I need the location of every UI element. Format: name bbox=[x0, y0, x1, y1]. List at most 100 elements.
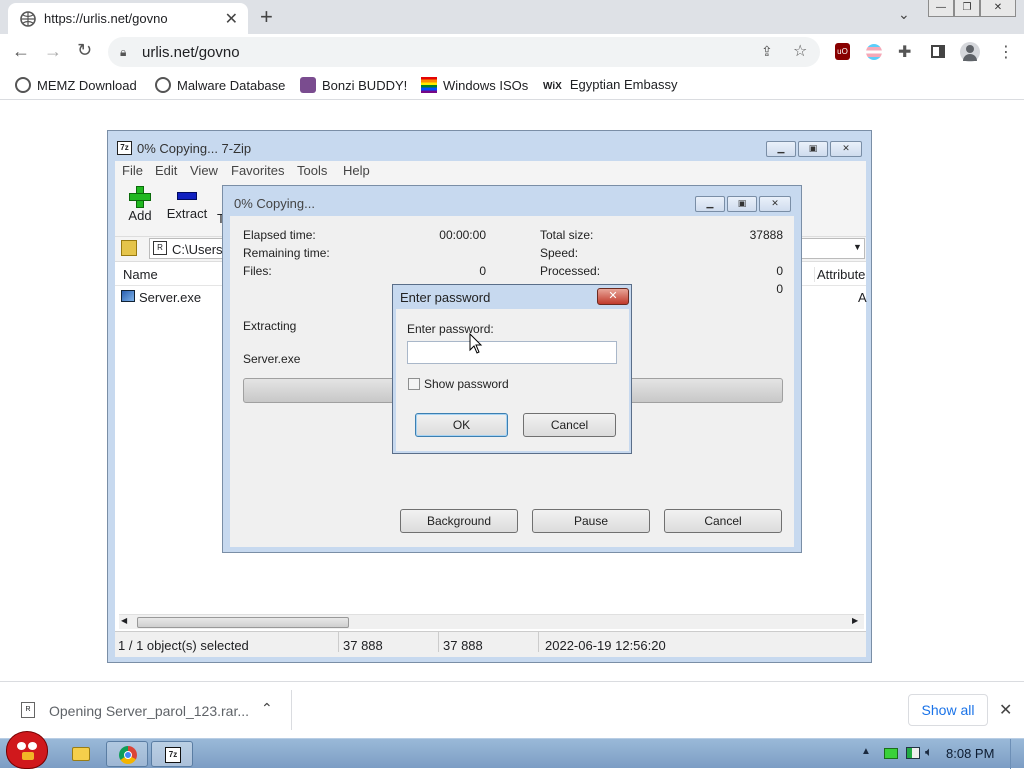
minimize-button[interactable]: — bbox=[928, 0, 954, 17]
wix-icon: WiX bbox=[543, 81, 562, 92]
total-size-label: Total size: bbox=[540, 228, 594, 242]
elapsed-value: 00:00:00 bbox=[439, 228, 486, 242]
globe-icon bbox=[15, 77, 31, 93]
menu-view[interactable]: View bbox=[190, 163, 218, 178]
copy-close-button[interactable]: ✕ bbox=[759, 196, 791, 212]
status-date: 2022-06-19 12:56:20 bbox=[538, 632, 666, 653]
close-download-bar-icon[interactable]: ✕ bbox=[999, 700, 1012, 720]
side-panel-icon[interactable] bbox=[931, 45, 945, 58]
bookmark-windows-isos[interactable]: Windows ISOs bbox=[421, 77, 528, 93]
download-chevron-icon[interactable]: ⌃ bbox=[261, 700, 273, 717]
start-button-angry-bird-icon[interactable] bbox=[6, 731, 48, 769]
back-icon[interactable]: ← bbox=[12, 41, 30, 62]
download-item[interactable]: R Opening Server_parol_123.rar... ⌃ bbox=[10, 682, 290, 739]
menu-edit[interactable]: Edit bbox=[155, 163, 177, 178]
bookmark-memz[interactable]: MEMZ Download bbox=[15, 77, 137, 93]
forward-icon[interactable]: → bbox=[44, 41, 62, 62]
sevenzip-taskbar-button[interactable]: 7z bbox=[151, 741, 193, 767]
show-desktop-button[interactable] bbox=[1010, 739, 1024, 769]
ok-button[interactable]: OK bbox=[415, 413, 508, 437]
show-password-label[interactable]: Show password bbox=[424, 377, 509, 391]
bookmark-bonzi[interactable]: Bonzi BUDDY! bbox=[300, 77, 407, 93]
column-name[interactable]: Name bbox=[123, 267, 158, 282]
address-bar[interactable]: 🔒︎ urlis.net/govno ⇪ ☆ bbox=[108, 37, 820, 67]
speed-label: Speed: bbox=[540, 246, 579, 260]
restore-button[interactable]: ❐ bbox=[954, 0, 980, 17]
sevenzip-icon: 7z bbox=[165, 747, 181, 763]
bookmark-egyptian-embassy[interactable]: WiX Egyptian Embassy bbox=[543, 77, 677, 92]
menu-file[interactable]: File bbox=[122, 163, 143, 178]
add-button[interactable]: Add bbox=[120, 186, 160, 228]
scroll-left-icon[interactable]: ◀ bbox=[121, 616, 127, 625]
menu-kebab-icon[interactable]: ⋮ bbox=[998, 42, 1014, 62]
chrome-icon bbox=[119, 746, 137, 764]
files-value: 0 bbox=[479, 264, 486, 278]
close-window-button[interactable]: ✕ bbox=[980, 0, 1016, 17]
path-text: C:\Users\ bbox=[172, 242, 227, 257]
extension-flag-icon[interactable] bbox=[866, 44, 882, 60]
menu-favorites[interactable]: Favorites bbox=[231, 163, 284, 178]
show-password-checkbox[interactable] bbox=[408, 378, 420, 390]
scrollbar-thumb[interactable] bbox=[137, 617, 349, 628]
up-folder-icon[interactable] bbox=[121, 240, 137, 256]
path-dropdown-icon[interactable]: ▼ bbox=[853, 242, 862, 252]
bookmark-star-icon[interactable]: ☆ bbox=[793, 41, 807, 61]
zip-maximize-button[interactable]: ▣ bbox=[798, 141, 828, 157]
zip-minimize-button[interactable]: ▁ bbox=[766, 141, 796, 157]
download-bar: R Opening Server_parol_123.rar... ⌃ Show… bbox=[0, 681, 1024, 738]
status-size: 37 888 bbox=[338, 632, 383, 653]
new-tab-button[interactable]: + bbox=[260, 4, 273, 30]
ublock-icon[interactable]: uO bbox=[835, 43, 850, 60]
chrome-taskbar-button[interactable] bbox=[106, 741, 148, 767]
lock-icon[interactable]: 🔒︎ bbox=[120, 45, 126, 60]
extract-button[interactable]: Extract bbox=[163, 186, 211, 228]
clock-time[interactable]: 8:08 PM bbox=[946, 746, 994, 761]
password-close-button[interactable]: ✕ bbox=[597, 288, 629, 305]
copy-minimize-button[interactable]: ▁ bbox=[695, 196, 725, 212]
bookmarks-bar: MEMZ Download Malware Database Bonzi BUD… bbox=[0, 70, 1024, 100]
password-input[interactable] bbox=[407, 341, 617, 364]
remaining-label: Remaining time: bbox=[243, 246, 330, 260]
reload-icon[interactable]: ↻ bbox=[77, 40, 92, 61]
scroll-right-icon[interactable]: ▶ bbox=[852, 616, 858, 625]
add-label: Add bbox=[128, 208, 152, 223]
copy-dialog-title: 0% Copying... bbox=[234, 196, 315, 211]
zip-close-button[interactable]: ✕ bbox=[830, 141, 862, 157]
pause-button[interactable]: Pause bbox=[532, 509, 650, 533]
column-attributes[interactable]: Attribute bbox=[814, 267, 865, 282]
gorilla-icon bbox=[300, 77, 316, 93]
zip-window-title: 0% Copying... 7-Zip bbox=[137, 141, 252, 156]
volume-icon[interactable]: 🔈︎ bbox=[925, 744, 933, 760]
network-icon[interactable] bbox=[906, 747, 920, 759]
packed-value: 0 bbox=[776, 282, 783, 296]
cancel-copy-button[interactable]: Cancel bbox=[664, 509, 782, 533]
tray-expand-icon[interactable]: ▲ bbox=[861, 746, 871, 757]
extensions-puzzle-icon[interactable]: ✚ bbox=[898, 42, 911, 62]
tab-search-icon[interactable]: ⌄ bbox=[898, 6, 910, 23]
processed-label: Processed: bbox=[540, 264, 601, 278]
file-name: Server.exe bbox=[139, 290, 202, 305]
taskbar: 7z ▲ 🔈︎ 8:08 PM bbox=[0, 731, 1024, 769]
show-all-button[interactable]: Show all bbox=[908, 694, 988, 726]
bookmark-malware-db[interactable]: Malware Database bbox=[155, 77, 285, 93]
download-filename: Opening Server_parol_123.rar... bbox=[49, 703, 250, 719]
globe-icon bbox=[155, 77, 171, 93]
download-divider bbox=[291, 690, 292, 730]
rainbow-flag-icon bbox=[421, 77, 437, 93]
menu-tools[interactable]: Tools bbox=[297, 163, 327, 178]
menu-help[interactable]: Help bbox=[343, 163, 370, 178]
status-packed: 37 888 bbox=[438, 632, 483, 653]
horizontal-scrollbar[interactable]: ◀ ▶ bbox=[119, 614, 864, 629]
background-button[interactable]: Background bbox=[400, 509, 518, 533]
browser-tab[interactable]: https://urlis.net/govno ✕ bbox=[8, 3, 248, 34]
battery-icon[interactable] bbox=[884, 748, 898, 759]
share-icon[interactable]: ⇪ bbox=[761, 43, 773, 60]
copy-maximize-button[interactable]: ▣ bbox=[727, 196, 757, 212]
close-tab-icon[interactable]: ✕ bbox=[225, 9, 238, 29]
profile-avatar-icon[interactable] bbox=[960, 42, 980, 62]
extract-minus-icon bbox=[177, 192, 197, 200]
cancel-password-button[interactable]: Cancel bbox=[523, 413, 616, 437]
browser-toolbar: ← → ↻ 🔒︎ urlis.net/govno ⇪ ☆ uO ✚ ⋮ bbox=[0, 34, 1024, 70]
archive-small-icon: R bbox=[153, 241, 167, 255]
explorer-folder-icon[interactable] bbox=[72, 747, 90, 761]
